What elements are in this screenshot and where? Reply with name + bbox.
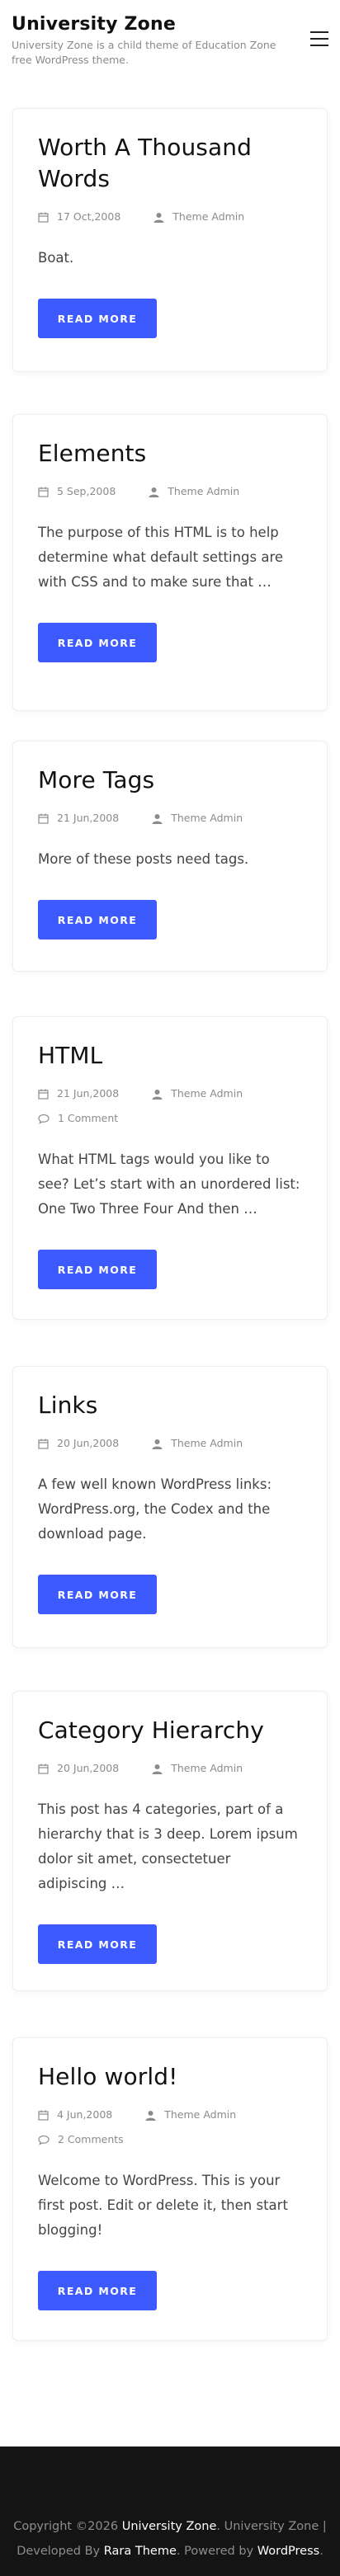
post-date[interactable]: 5 Sep,2008 [38,484,116,499]
post-author[interactable]: Theme Admin [152,1761,243,1776]
post-author[interactable]: Theme Admin [149,484,239,499]
post-date[interactable]: 17 Oct,2008 [38,210,120,224]
post-title-link[interactable]: Hello world! [38,2061,302,2093]
post-excerpt: Welcome to WordPress. This is your first… [38,2173,288,2238]
post-card: Links 20 Jun,2008 Theme Admin A few well… [12,1366,328,1648]
post-comments-link[interactable]: 2 Comments [38,2132,124,2147]
post-title-link[interactable]: HTML [38,1040,302,1071]
read-more-button[interactable]: READ MORE [38,2271,157,2310]
post-author[interactable]: Theme Admin [152,811,243,826]
footer-site-link[interactable]: University Zone [122,2520,217,2533]
post-excerpt: What HTML tags would you like to see? Le… [38,1151,300,1217]
post-author[interactable]: Theme Admin [152,1436,243,1451]
calendar-icon [38,1439,49,1449]
read-more-button[interactable]: READ MORE [38,623,157,662]
post-card: Category Hierarchy 20 Jun,2008 Theme Adm… [12,1691,328,1991]
post-meta: 4 Jun,2008 Theme Admin [38,2107,302,2122]
post-card: Hello world! 4 Jun,2008 Theme Admin 2 Co… [12,2037,328,2341]
site-header: University Zone University Zone is a chi… [0,0,340,74]
calendar-icon [38,212,49,223]
calendar-icon [38,487,49,497]
footer-copyright: Copyright ©2026 University Zone. Univers… [13,2520,327,2558]
post-card: HTML 21 Jun,2008 Theme Admin 1 Comment W… [12,1016,328,1320]
site-title-link[interactable]: University Zone [12,13,176,36]
post-excerpt: A few well known WordPress links: WordPr… [38,1476,272,1542]
read-more-button[interactable]: READ MORE [38,1924,157,1964]
post-date[interactable]: 20 Jun,2008 [38,1761,119,1776]
read-more-button[interactable]: READ MORE [38,1250,157,1289]
post-card: Worth A Thousand Words 17 Oct,2008 Theme… [12,108,328,372]
post-excerpt: More of these posts need tags. [38,851,249,867]
post-meta: 17 Oct,2008 Theme Admin [38,210,302,224]
calendar-icon [38,1089,49,1100]
post-card: More Tags 21 Jun,2008 Theme Admin More o… [12,741,328,972]
post-meta: 21 Jun,2008 Theme Admin [38,1086,302,1101]
post-meta: 5 Sep,2008 Theme Admin [38,484,302,499]
post-title-link[interactable]: More Tags [38,765,302,796]
post-date[interactable]: 21 Jun,2008 [38,811,119,826]
post-meta-comments: 2 Comments [38,2132,302,2147]
post-meta: 21 Jun,2008 Theme Admin [38,811,302,826]
read-more-button[interactable]: READ MORE [38,1575,157,1614]
site-footer: Copyright ©2026 University Zone. Univers… [0,2446,340,2576]
read-more-button[interactable]: READ MORE [38,299,157,338]
user-icon [145,2110,156,2121]
post-date[interactable]: 20 Jun,2008 [38,1436,119,1451]
post-author[interactable]: Theme Admin [152,1086,243,1101]
post-meta: 20 Jun,2008 Theme Admin [38,1761,302,1776]
comment-icon [38,2135,50,2145]
post-date[interactable]: 21 Jun,2008 [38,1086,119,1101]
calendar-icon [38,813,49,824]
user-icon [149,487,159,497]
post-excerpt: The purpose of this HTML is to help dete… [38,525,284,590]
user-icon [152,813,163,824]
read-more-button[interactable]: READ MORE [38,900,157,940]
post-excerpt: Boat. [38,250,74,266]
footer-developer-link[interactable]: Rara Theme [104,2545,177,2558]
post-title-link[interactable]: Category Hierarchy [38,1715,302,1746]
post-meta-comments: 1 Comment [38,1111,302,1126]
page: University Zone University Zone is a chi… [0,0,340,2576]
post-title-link[interactable]: Elements [38,438,302,469]
hamburger-menu-icon[interactable] [310,31,328,46]
calendar-icon [38,2110,49,2121]
user-icon [152,1089,163,1100]
post-excerpt: This post has 4 categories, part of a hi… [38,1801,298,1891]
site-description: University Zone is a child theme of Educ… [12,39,276,66]
user-icon [152,1439,163,1449]
post-date[interactable]: 4 Jun,2008 [38,2107,112,2122]
user-icon [152,1764,163,1774]
post-title-link[interactable]: Worth A Thousand Words [38,132,302,195]
post-comments-link[interactable]: 1 Comment [38,1111,118,1126]
post-meta: 20 Jun,2008 Theme Admin [38,1436,302,1451]
post-title-link[interactable]: Links [38,1390,302,1421]
post-author[interactable]: Theme Admin [153,210,244,224]
footer-wordpress-link[interactable]: WordPress [257,2545,319,2558]
user-icon [153,212,164,223]
calendar-icon [38,1764,49,1774]
comment-icon [38,1114,50,1124]
post-author[interactable]: Theme Admin [145,2107,236,2122]
post-card: Elements 5 Sep,2008 Theme Admin The purp… [12,414,328,711]
